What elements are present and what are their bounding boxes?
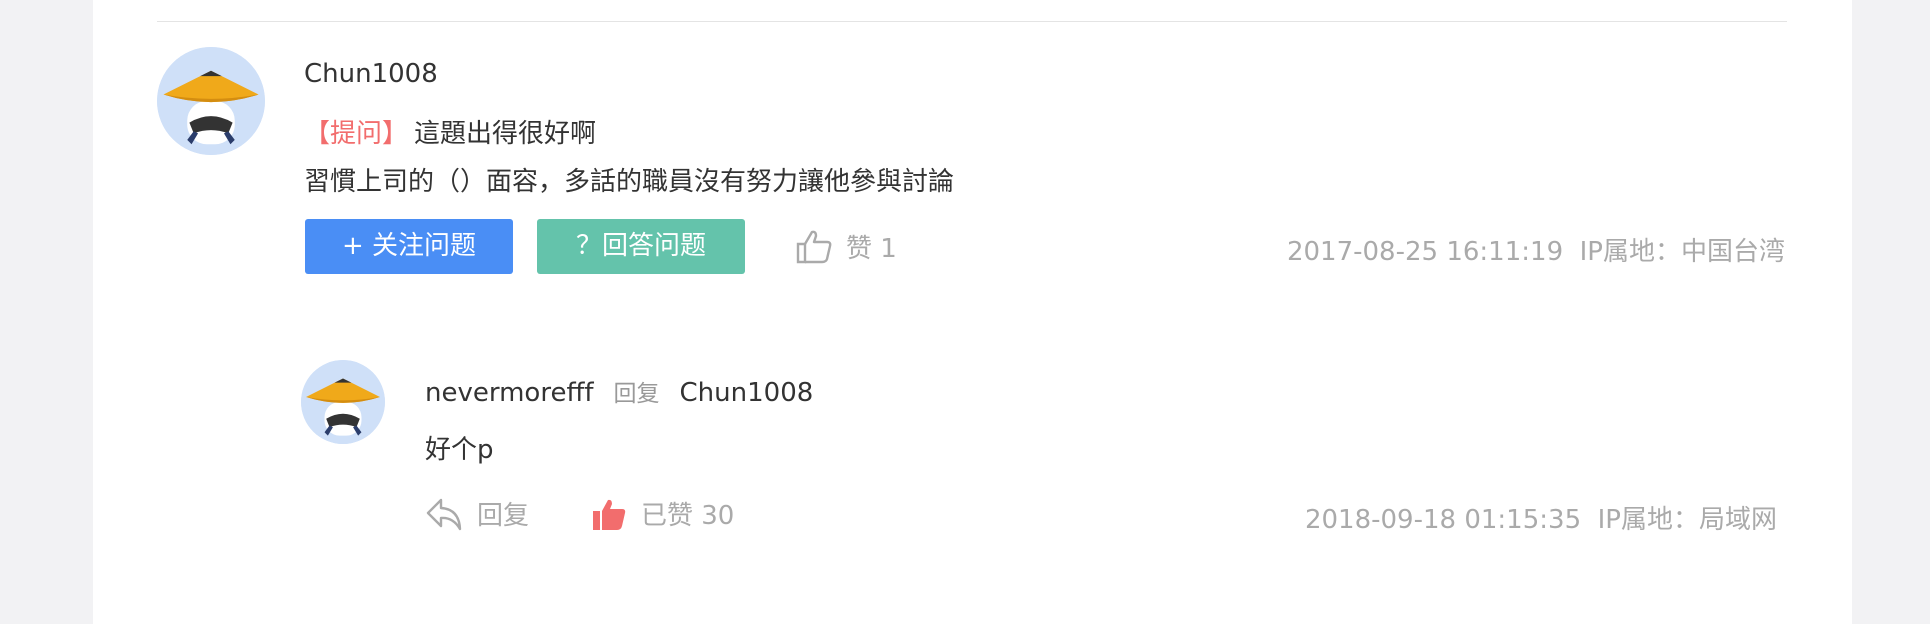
question-username[interactable]: Chun1008 — [304, 59, 438, 89]
thumbs-up-filled-icon — [593, 499, 626, 530]
reply-avatar-icon[interactable] — [301, 360, 385, 444]
reply-button[interactable]: 回复 — [425, 495, 529, 532]
question-timestamp: 2017-08-25 16:11:19 — [1286, 237, 1564, 267]
reply-timestamp: 2018-09-18 01:15:35 — [1304, 505, 1582, 535]
divider — [157, 21, 1787, 22]
question-title-line: 【提问】 這題出得很好啊 — [304, 113, 596, 150]
reply-meta: 2018-09-18 01:15:35 IP属地：局域网 — [1305, 499, 1777, 536]
question-meta: 2017-08-25 16:11:19 IP属地：中国台湾 — [1287, 231, 1785, 268]
question-text: 習慣上司的（）面容，多話的職員沒有努力讓他參與討論 — [304, 167, 955, 197]
reply-word: 回复 — [613, 381, 660, 407]
like-label: 赞 1 — [846, 234, 897, 264]
liked-label: 已赞 30 — [641, 501, 735, 531]
like-button[interactable]: 赞 1 — [796, 228, 897, 265]
liked-button[interactable]: 已赞 30 — [591, 495, 734, 532]
reply-ip-location: IP属地：局域网 — [1597, 505, 1777, 535]
thumbs-up-outline-icon — [796, 230, 832, 263]
reply-label: 回复 — [477, 501, 530, 531]
reply-header: nevermorefff 回复 Chun1008 — [425, 374, 813, 408]
answer-question-button[interactable]: ？回答问题 — [537, 219, 745, 274]
question-tag: 【提问】 — [304, 119, 409, 149]
avatar-icon[interactable] — [157, 47, 265, 155]
follow-question-button[interactable]: + 关注问题 — [305, 219, 513, 274]
question-title[interactable]: 這題出得很好啊 — [414, 119, 596, 149]
reply-username[interactable]: nevermorefff — [425, 378, 594, 408]
question-ip-location: IP属地：中国台湾 — [1579, 237, 1785, 267]
reply-target-username[interactable]: Chun1008 — [680, 378, 814, 408]
reply-text: 好个p — [425, 435, 494, 465]
reply-arrow-icon — [426, 498, 462, 530]
